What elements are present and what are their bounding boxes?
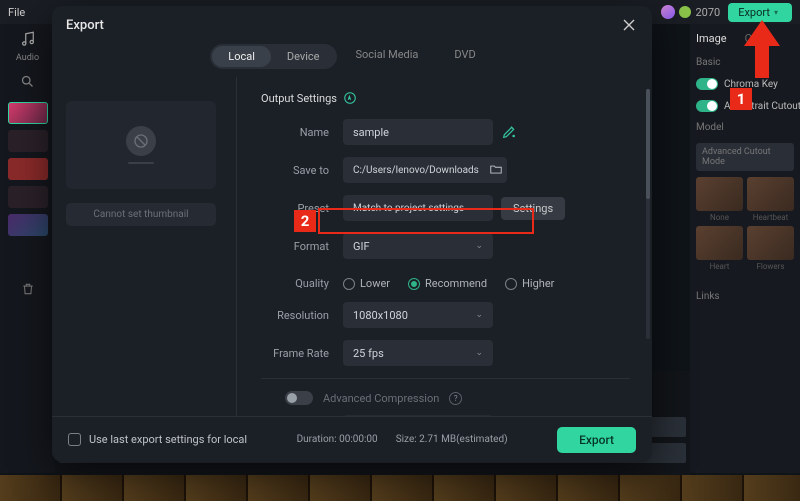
trash-icon[interactable]	[0, 282, 55, 299]
tab-local[interactable]: Local	[212, 46, 271, 67]
no-thumbnail-icon	[126, 126, 156, 156]
use-last-settings-checkbox[interactable]: Use last export settings for local	[68, 433, 247, 446]
quality-lower-radio[interactable]: Lower	[343, 277, 390, 290]
export-modal: Export Local Device Social Media DVD Can…	[52, 6, 652, 462]
quality-label: Quality	[261, 277, 343, 290]
advanced-compression-toggle[interactable]	[285, 391, 313, 405]
ai-portrait-toggle[interactable]	[696, 100, 718, 112]
advanced-compression-label: Advanced Compression	[323, 392, 439, 405]
cutout-preset[interactable]	[696, 177, 743, 211]
saveto-label: Save to	[261, 164, 343, 177]
file-menu[interactable]: File	[8, 6, 25, 19]
folder-icon[interactable]	[489, 162, 503, 179]
left-sidebar: Audio	[0, 24, 55, 473]
clip-strip	[0, 475, 800, 501]
saveto-input[interactable]: C:/Users/lenovo/Downloads	[343, 157, 507, 183]
chevron-down-icon: ⌄	[475, 310, 483, 320]
export-button[interactable]: Export	[557, 427, 636, 453]
tab-device[interactable]: Device	[271, 46, 336, 67]
ai-icon	[343, 91, 357, 105]
top-export-button[interactable]: Export▾	[728, 3, 792, 22]
output-settings-header: Output Settings	[261, 91, 630, 105]
media-thumb[interactable]	[8, 214, 48, 236]
name-input[interactable]: sample	[343, 119, 493, 145]
media-thumb[interactable]	[8, 102, 48, 124]
cutout-preset[interactable]	[747, 177, 794, 211]
coin-icon	[679, 6, 691, 18]
name-label: Name	[261, 126, 343, 139]
chroma-key-label: Chroma Key	[724, 79, 778, 90]
chevron-down-icon: ⌄	[475, 348, 483, 358]
modal-title: Export	[66, 18, 104, 33]
preset-select[interactable]: Match to project settings⌄	[343, 195, 493, 221]
scrollbar[interactable]	[646, 89, 650, 339]
framerate-label: Frame Rate	[261, 347, 343, 360]
size-info: Size: 2.71 MB(estimated)	[396, 434, 508, 445]
resolution-select[interactable]: 1080x1080⌄	[343, 302, 493, 328]
chevron-down-icon: ⌄	[475, 203, 483, 213]
tab-color[interactable]: Color	[745, 32, 771, 45]
quality-higher-radio[interactable]: Higher	[505, 277, 554, 290]
points-badge: 2070	[661, 5, 720, 19]
close-button[interactable]	[620, 16, 638, 34]
ai-portrait-label: AI Portrait Cutout	[724, 101, 800, 112]
media-thumb[interactable]	[8, 130, 48, 152]
model-label: Model	[696, 122, 794, 133]
search-icon[interactable]	[0, 74, 55, 92]
basic-section-label: Basic	[696, 57, 794, 68]
resolution-label: Resolution	[261, 309, 343, 322]
framerate-select[interactable]: 25 fps⌄	[343, 340, 493, 366]
format-select[interactable]: GIF⌄	[343, 233, 493, 259]
cutout-preset[interactable]	[696, 226, 743, 260]
compression-mode-select: By Quality⌄	[343, 415, 493, 416]
tab-social-media[interactable]: Social Media	[337, 44, 436, 69]
format-label: Format	[261, 240, 343, 253]
right-properties-panel: Image Color Basic Chroma Key AI Portrait…	[690, 24, 800, 473]
media-thumb[interactable]	[8, 186, 48, 208]
user-avatar[interactable]	[661, 5, 675, 19]
audio-tab[interactable]: Audio	[8, 30, 48, 66]
points-value: 2070	[695, 6, 720, 19]
chevron-down-icon: ⌄	[475, 241, 483, 251]
thumbnail-preview	[66, 101, 216, 189]
adv-cutout-mode[interactable]: Advanced Cutout Mode	[696, 143, 794, 171]
preset-settings-button[interactable]: Settings	[501, 197, 565, 220]
duration-info: Duration: 00:00:00	[297, 434, 378, 445]
preset-label: Preset	[261, 202, 343, 215]
chevron-down-icon: ▾	[774, 8, 778, 17]
chroma-key-toggle[interactable]	[696, 78, 718, 90]
cutout-preset[interactable]	[747, 226, 794, 260]
links-label: Links	[696, 291, 794, 302]
help-icon[interactable]: ?	[449, 392, 462, 405]
ai-edit-icon[interactable]	[501, 124, 517, 140]
quality-recommend-radio[interactable]: Recommend	[408, 277, 487, 290]
tab-image[interactable]: Image	[696, 32, 727, 45]
export-tabs: Local Device Social Media DVD	[52, 44, 652, 69]
media-thumb[interactable]	[8, 158, 48, 180]
tab-dvd[interactable]: DVD	[436, 44, 493, 69]
set-thumbnail-button: Cannot set thumbnail	[66, 203, 216, 226]
